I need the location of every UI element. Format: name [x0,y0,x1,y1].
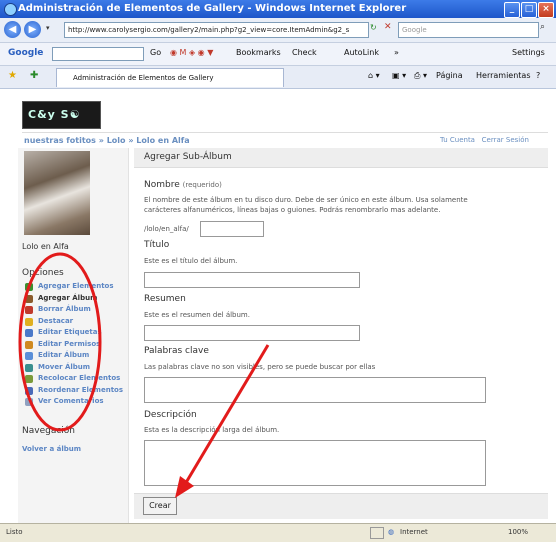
globe-icon: ◍ [388,528,395,536]
zone-label: Internet [400,528,428,536]
annotation-overlay [18,252,270,498]
status-bar: Listo ◍ Internet 100% [0,523,556,542]
status-text: Listo [6,528,23,536]
highlight-ellipse [18,252,102,432]
zoom-level[interactable]: 100% [508,528,528,536]
arrow-head [175,476,194,498]
arrow-line [182,344,270,487]
protected-mode-icon [370,527,384,539]
